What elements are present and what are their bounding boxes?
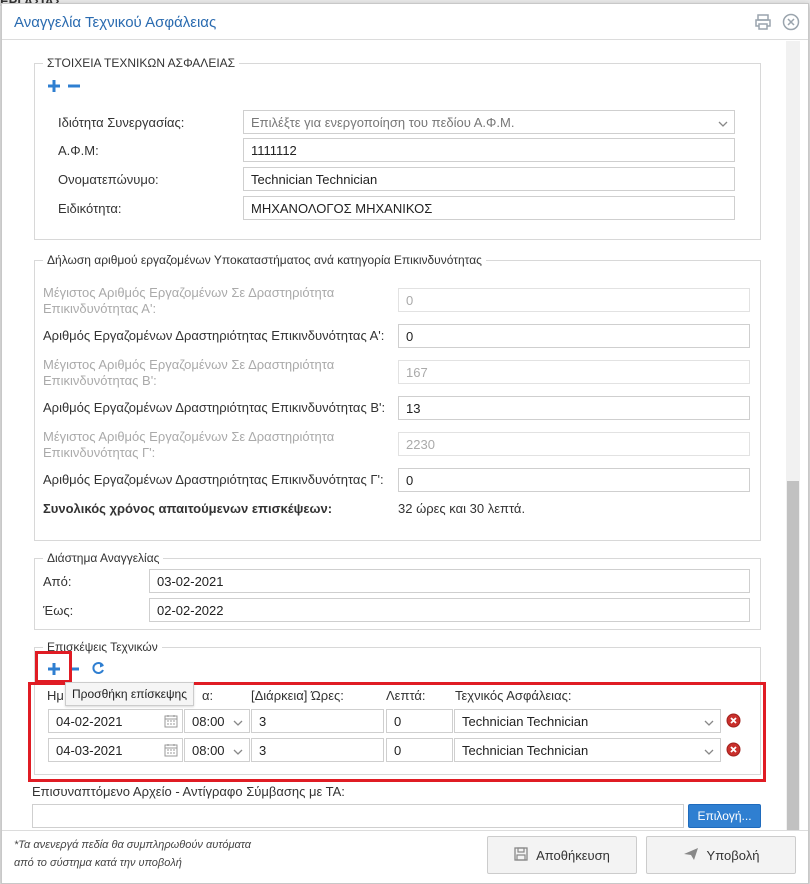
to-label: Έως: (43, 603, 74, 618)
period-fieldset: Διάστημα Αναγγελίας Από: 03-02-2021 Έως:… (34, 551, 761, 630)
save-button-label: Αποθήκευση (536, 847, 610, 863)
cooperation-select[interactable]: Επιλέξτε για ενεργοποίηση του πεδίου Α.Φ… (243, 110, 735, 134)
specialty-input[interactable]: ΜΗΧΑΝΟΛΟΓΟΣ ΜΗΧΑΝΙΚΟΣ (243, 196, 735, 220)
employees-fieldset: Δήλωση αριθμού εργαζομένων Υποκαταστήματ… (34, 253, 761, 541)
num-b-input[interactable]: 13 (398, 396, 750, 420)
chevron-down-icon (718, 117, 728, 127)
add-technician-plus-icon[interactable] (47, 79, 61, 96)
max-a-input: 0 (398, 288, 750, 312)
cooperation-select-value: Επιλέξτε για ενεργοποίηση του πεδίου Α.Φ… (251, 115, 515, 130)
scrollbar[interactable] (786, 41, 800, 831)
attachment-file-input[interactable] (32, 804, 684, 828)
num-a-input[interactable]: 0 (398, 324, 750, 348)
dialog-footer: *Τα ανενεργά πεδία θα συμπληρωθούν αυτόμ… (2, 830, 808, 883)
max-a-label: Μέγιστος Αριθμός Εργαζομένων Σε Δραστηρι… (43, 285, 335, 316)
send-icon (683, 847, 699, 864)
footer-note-line-1: *Τα ανενεργά πεδία θα συμπληρωθούν αυτόμ… (14, 839, 252, 851)
highlight-add-button-box (35, 651, 72, 683)
dialog-title: Αναγγελία Τεχνικού Ασφάλειας (14, 14, 217, 31)
afm-input[interactable]: 1111112 (243, 138, 735, 162)
total-visits-label: Συνολικός χρόνος απαιτούμενων επισκέψεων… (43, 501, 333, 516)
fullname-input[interactable]: Technician Technician (243, 167, 735, 191)
print-icon[interactable] (754, 13, 772, 31)
footer-note-line-2: από το σύστημα κατά την υποβολή (14, 857, 182, 869)
max-b-label: Μέγιστος Αριθμός Εργαζομένων Σε Δραστηρι… (43, 357, 335, 388)
num-c-input[interactable]: 0 (398, 468, 750, 492)
remove-technician-minus-icon[interactable] (67, 79, 81, 96)
scrollbar-thumb[interactable] (787, 481, 799, 831)
cooperation-label: Ιδιότητα Συνεργασίας: (58, 115, 185, 130)
save-icon (514, 846, 528, 864)
choose-file-button[interactable]: Επιλογή... (688, 804, 761, 828)
num-a-label: Αριθμός Εργαζομένων Δραστηριότητας Επικι… (43, 328, 385, 343)
technicians-fieldset: ΣΤΟΙΧΕΙΑ ΤΕΧΝΙΚΩΝ ΑΣΦΑΛΕΙΑΣ Ιδιότητα Συν… (34, 56, 761, 240)
total-visits-value: 32 ώρες και 30 λεπτά. (398, 501, 526, 516)
technicians-legend: ΣΤΟΙΧΕΙΑ ΤΕΧΝΙΚΩΝ ΑΣΦΑΛΕΙΑΣ (43, 56, 240, 70)
num-b-label: Αριθμός Εργαζομένων Δραστηριότητας Επικι… (43, 400, 386, 415)
specialty-label: Ειδικότητα: (58, 201, 122, 216)
save-button[interactable]: Αποθήκευση (487, 836, 637, 874)
max-c-input: 2230 (398, 432, 750, 456)
num-c-label: Αριθμός Εργαζομένων Δραστηριότητας Επικι… (43, 472, 384, 487)
from-date-input[interactable]: 03-02-2021 (149, 569, 750, 593)
attachment-label: Επισυναπτόμενο Αρχείο - Αντίγραφο Σύμβασ… (32, 784, 345, 799)
dialog-content: ΣΤΟΙΧΕΙΑ ΤΕΧΝΙΚΩΝ ΑΣΦΑΛΕΙΑΣ Ιδιότητα Συν… (2, 41, 792, 831)
employees-legend: Δήλωση αριθμού εργαζομένων Υποκαταστήματ… (43, 253, 486, 267)
afm-label: Α.Φ.Μ: (58, 143, 99, 158)
period-legend: Διάστημα Αναγγελίας (43, 551, 164, 565)
submit-button[interactable]: Υποβολή (646, 836, 796, 874)
from-label: Από: (43, 574, 72, 589)
to-date-input[interactable]: 02-02-2022 (149, 598, 750, 622)
announcement-dialog: Αναγγελία Τεχνικού Ασφάλειας ΣΤΟΙΧΕΙΑ ΤΕ… (1, 3, 809, 884)
max-c-label: Μέγιστος Αριθμός Εργαζομένων Σε Δραστηρι… (43, 429, 335, 460)
fullname-label: Ονοματεπώνυμο: (58, 172, 159, 187)
max-b-input: 167 (398, 360, 750, 384)
add-visit-tooltip: Προσθήκη επίσκεψης (65, 682, 194, 706)
dialog-titlebar: Αναγγελία Τεχνικού Ασφάλειας (2, 4, 808, 40)
submit-button-label: Υποβολή (706, 847, 760, 863)
refresh-icon[interactable] (91, 661, 105, 678)
close-icon[interactable] (782, 13, 800, 31)
